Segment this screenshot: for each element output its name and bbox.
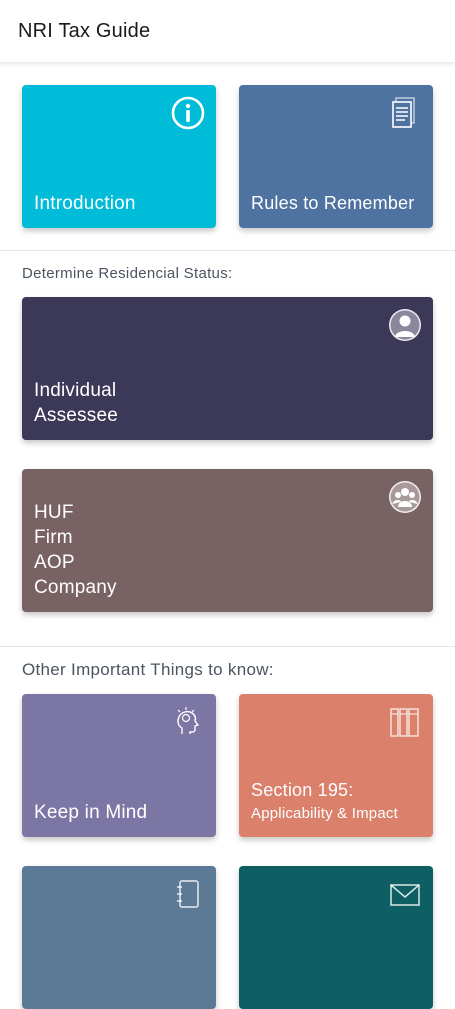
contacts-icon [170,876,206,912]
keep-in-mind-label: Keep in Mind [34,802,148,823]
app-title: NRI Tax Guide [18,20,151,42]
mail-icon [387,876,423,912]
individual-label-line2: Assessee [34,405,118,426]
contacts-card[interactable] [22,866,216,1009]
other-section-title: Other Important Things to know: [22,660,274,679]
app-bar: NRI Tax Guide [0,0,455,62]
huf-firm-card[interactable]: HUF Firm AOP Company [22,469,433,612]
introduction-label: Introduction [34,193,136,214]
individual-label-line1: Individual [34,380,117,401]
introduction-card[interactable]: Introduction [22,85,216,228]
rules-label: Rules to Remember [251,193,415,213]
individual-label: Individual Assessee [34,378,118,428]
books-icon [387,704,423,740]
huf-label-line4: Company [34,577,117,598]
huf-firm-label: HUF Firm AOP Company [34,500,117,600]
divider [0,646,455,647]
mail-card[interactable] [239,866,433,1009]
individual-card[interactable]: Individual Assessee [22,297,433,440]
document-icon [387,95,423,131]
huf-label-line1: HUF [34,502,74,523]
info-icon [170,95,206,131]
residential-section-title: Determine Residencial Status: [22,265,233,282]
section-195-label: Section 195: Applicability & Impact [251,778,398,825]
group-icon [387,479,423,515]
section-195-subtitle: Applicability & Impact [251,805,398,822]
section-195-title: Section 195: [251,780,354,800]
keep-in-mind-card[interactable]: Keep in Mind [22,694,216,837]
person-icon [387,307,423,343]
section-195-card[interactable]: Section 195: Applicability & Impact [239,694,433,837]
divider [0,250,455,251]
huf-label-line3: AOP [34,552,75,573]
huf-label-line2: Firm [34,527,73,548]
rules-card[interactable]: Rules to Remember [239,85,433,228]
head-idea-icon [170,704,206,740]
